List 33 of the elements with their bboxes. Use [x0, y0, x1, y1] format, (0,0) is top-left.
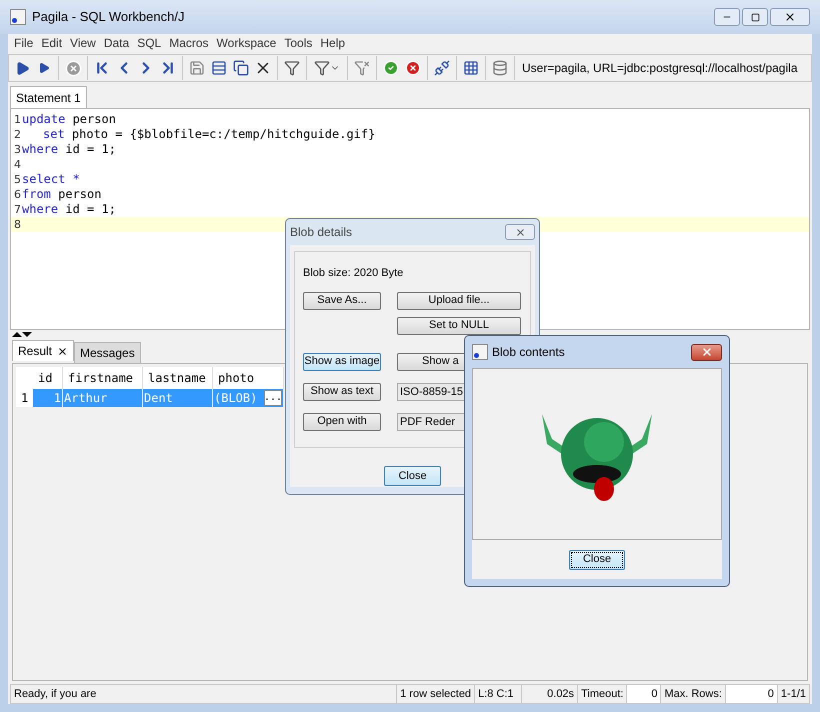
table-cell: Dent	[143, 389, 213, 407]
line-number: 4	[13, 157, 21, 172]
code-text: photo = {$blobfile=c:/temp/hitchguide.gif}	[70, 127, 376, 141]
line-number: 3	[13, 142, 21, 157]
code-text: person	[57, 187, 102, 201]
line-number: 8	[13, 217, 21, 232]
sql-keyword: select *	[22, 172, 80, 186]
line-number: 6	[13, 187, 21, 202]
execution-time: 0.02s	[521, 685, 578, 703]
line-number: 7	[13, 202, 21, 217]
line-number: 1	[13, 112, 21, 127]
status-message: Ready, if you are	[13, 687, 98, 702]
dialog-title: Blob details	[290, 224, 352, 241]
table-cell: Arthur	[63, 389, 143, 407]
code-text: person	[72, 112, 116, 126]
code-text: id = 1;	[64, 142, 116, 156]
blob-size-label: Blob size: 2020 Byte	[303, 266, 404, 281]
row-number: 1	[16, 389, 33, 407]
window-title: Pagila - SQL Workbench/J	[32, 8, 184, 26]
table-cell: (BLOB) ...	[213, 389, 284, 407]
sql-keyword: update	[22, 112, 66, 126]
line-number: 2	[13, 127, 21, 142]
selection-status: 1 row selected	[396, 685, 474, 703]
sql-keyword: from	[22, 187, 51, 201]
row-range: 1-1/1	[776, 685, 809, 703]
sql-keyword: set	[43, 127, 65, 141]
sql-keyword: where	[22, 202, 58, 216]
code-text: id = 1;	[64, 202, 116, 216]
cursor-position: L:8 C:1	[474, 685, 522, 703]
connection-info: User=pagila, URL=jdbc:postgresql://localhost/pagila	[522, 60, 798, 77]
line-number: 5	[13, 172, 21, 187]
table-cell: 1	[33, 389, 63, 407]
sql-keyword: where	[22, 142, 58, 156]
